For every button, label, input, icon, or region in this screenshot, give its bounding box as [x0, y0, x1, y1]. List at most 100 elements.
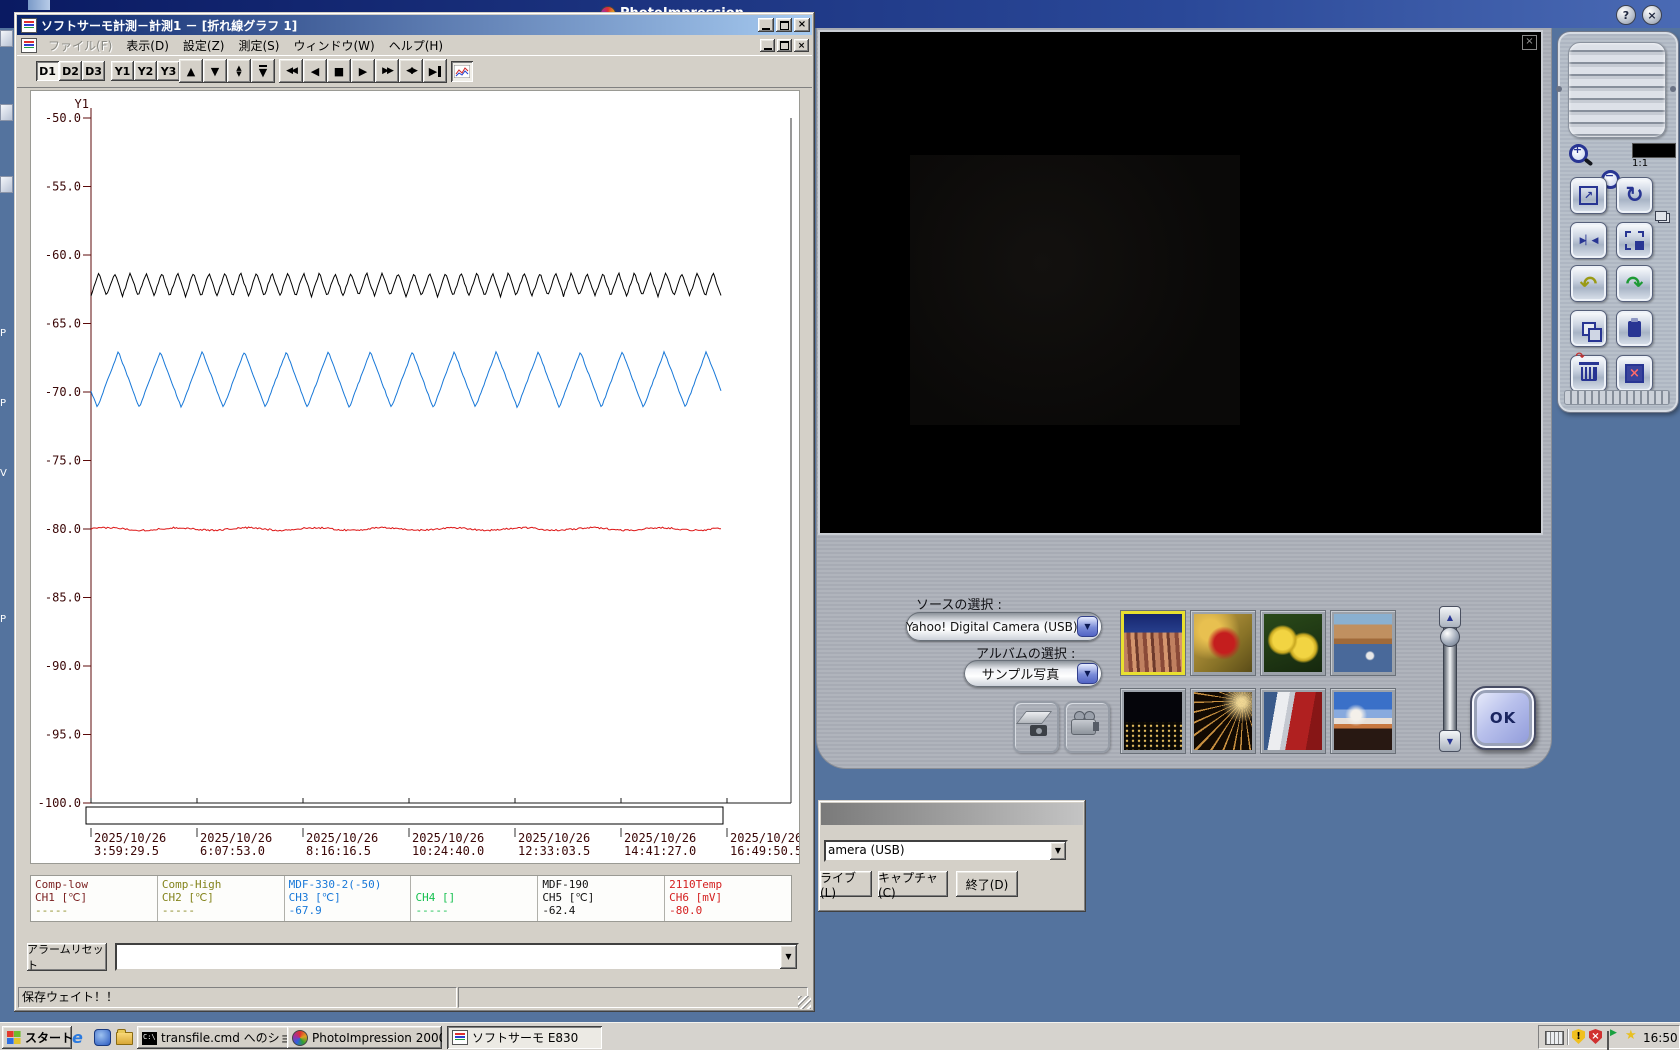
restore-button[interactable] — [776, 18, 792, 32]
channel-cell-4[interactable]: CH4 [] ----- — [411, 876, 539, 921]
rotate-icon — [1625, 183, 1643, 208]
thumbnail-rock-towers[interactable] — [1120, 610, 1186, 676]
alarm-reset-button[interactable]: アラームリセット — [27, 943, 107, 972]
mdi-close-button[interactable]: × — [794, 39, 809, 52]
start-button[interactable]: スタート — [2, 1026, 72, 1049]
window-mode-icon[interactable] — [1655, 211, 1667, 221]
quicklaunch-ie-icon[interactable]: e — [72, 1028, 88, 1047]
menu-4[interactable]: ウィンドウ(W) — [286, 35, 381, 56]
album-dropdown-icon[interactable]: ▼ — [1077, 663, 1098, 684]
capture-dialog: amera (USB) ▼ ライブ(L) キャプチャ(C) 終了(D) — [818, 800, 1086, 912]
thumbnail-yellow-flowers[interactable] — [1260, 610, 1326, 676]
zoom-in-icon[interactable]: + — [1566, 142, 1594, 168]
camera-combo[interactable]: amera (USB) ▼ — [824, 840, 1068, 862]
star-icon[interactable]: ★ — [1625, 1028, 1637, 1043]
toolbar-button-d3[interactable]: D3 — [82, 61, 105, 81]
taskbar-task-0[interactable]: C:\ transfile.cmd へのショート... — [137, 1026, 292, 1049]
menu-3[interactable]: 測定(S) — [231, 35, 286, 56]
menu-2[interactable]: 設定(Z) — [176, 35, 232, 56]
camera-dropdown-icon[interactable]: ▼ — [1050, 842, 1066, 860]
rotate-button[interactable] — [1616, 177, 1653, 214]
toolbar-jump-end-button[interactable]: ▶ — [423, 59, 447, 83]
ok-button[interactable]: OK — [1470, 686, 1536, 750]
preview-close-icon[interactable]: × — [1522, 35, 1537, 50]
security-alert-icon[interactable]: × — [1589, 1029, 1602, 1044]
resize-image-button[interactable] — [1570, 177, 1607, 214]
alarm-dropdown-icon[interactable]: ▼ — [780, 945, 797, 969]
album-select-combo[interactable]: サンプル写真 ▼ — [964, 660, 1102, 687]
thumbnail-light-web[interactable] — [1190, 688, 1256, 754]
palette-bottom-gripper[interactable] — [1564, 390, 1670, 405]
toolbar-step-right-button[interactable]: ▶ — [351, 59, 375, 83]
copy-button[interactable] — [1570, 310, 1607, 347]
quicklaunch-outlook-icon[interactable] — [94, 1029, 111, 1046]
mdi-restore-button[interactable] — [777, 39, 792, 52]
drive-button[interactable]: ライブ(L) — [820, 871, 872, 900]
crop-rotate-button[interactable] — [1616, 222, 1653, 259]
thumbnail-cardinal-bird[interactable] — [1190, 610, 1256, 676]
menu-5[interactable]: ヘルプ(H) — [382, 35, 450, 56]
taskbar-task-1[interactable]: PhotoImpression 2000 — [287, 1026, 442, 1049]
toolbar-button-y2[interactable]: Y2 — [134, 61, 157, 81]
toolbar-scroll-down-button[interactable]: ▼ — [203, 59, 227, 83]
keyboard-layout-icon[interactable] — [1545, 1031, 1564, 1045]
close-button[interactable]: × — [1642, 5, 1662, 25]
undo-button[interactable] — [1570, 265, 1607, 302]
scrollbar-thumb[interactable] — [1440, 627, 1460, 647]
alarm-combo[interactable]: ▼ — [115, 943, 799, 971]
paste-button[interactable] — [1616, 310, 1653, 347]
redo-button[interactable] — [1616, 265, 1653, 302]
toolbar-button-d2[interactable]: D2 — [59, 61, 82, 81]
delete-frame-button[interactable] — [1616, 355, 1653, 392]
toolbar-span-horizontal-button[interactable]: ◀▶ — [399, 59, 423, 83]
toolbar-fast-forward-button[interactable]: ▶▶ — [375, 59, 399, 83]
channel-cell-6[interactable]: 2110Temp CH6 [mV] -80.0 — [665, 876, 791, 921]
tray-clock[interactable]: 16:50 — [1643, 1031, 1678, 1045]
resize-grip[interactable] — [798, 996, 811, 1009]
thumbnail-night-city[interactable] — [1120, 688, 1186, 754]
mdi-child-icon[interactable] — [21, 38, 37, 53]
window-close-button[interactable]: × — [794, 18, 810, 32]
toolbar-button-y1[interactable]: Y1 — [111, 61, 134, 81]
toolbar-button-y3[interactable]: Y3 — [157, 61, 180, 81]
taskbar-task-2[interactable]: ソフトサーモ E830 — [447, 1026, 602, 1049]
toolbar-step-left-button[interactable]: ◀ — [303, 59, 327, 83]
video-source-button[interactable] — [1064, 701, 1110, 753]
zoom-ratio-label[interactable]: 1:1 — [1632, 158, 1648, 169]
channel-cell-2[interactable]: Comp-High CH2 [℃] ----- — [158, 876, 285, 921]
minimize-button[interactable] — [758, 18, 774, 32]
sunset-clouds-image — [1334, 692, 1392, 750]
palette-gripper[interactable] — [1568, 42, 1666, 138]
toolbar-expand-vertical-button[interactable]: ▲ ▼ — [227, 59, 251, 83]
scroll-up-icon: ▲ — [186, 64, 196, 78]
safely-remove-icon[interactable] — [1607, 1031, 1609, 1050]
mdi-minimize-button[interactable] — [760, 39, 775, 52]
thumbnail-lighthouse-ship[interactable] — [1260, 688, 1326, 754]
channel-cell-3[interactable]: MDF-330-2(-50) CH3 [℃] -67.9 — [285, 876, 412, 921]
channel-cell-5[interactable]: MDF-190 CH5 [℃] -62.4 — [538, 876, 666, 921]
measurement-titlebar[interactable]: ソフトサーモ計測－計測1 － [折れ線グラフ 1] × — [17, 15, 812, 35]
toolbar-collapse-bottom-button[interactable]: ▼ — [251, 59, 275, 83]
toolbar-stop-button[interactable]: ■ — [327, 59, 351, 83]
scanner-source-button[interactable] — [1013, 701, 1059, 753]
flip-horizontal-button[interactable] — [1570, 222, 1607, 259]
channel-cell-1[interactable]: Comp-low CH1 [℃] ----- — [31, 876, 158, 921]
source-select-combo[interactable]: Yahoo! Digital Camera (USB) ▼ — [906, 612, 1102, 641]
thumbnail-harbor-village[interactable] — [1330, 610, 1396, 676]
scroll-down-icon[interactable]: ▼ — [1439, 730, 1461, 752]
scroll-up-icon[interactable]: ▲ — [1439, 606, 1461, 628]
toolbar-rewind-button[interactable]: ◀◀ — [279, 59, 303, 83]
capture-button[interactable]: キャプチャ(C) — [878, 871, 948, 900]
security-warning-icon[interactable]: ! — [1572, 1029, 1585, 1044]
graph-mode-button[interactable] — [451, 61, 473, 82]
toolbar-button-d1[interactable]: D1 — [36, 61, 59, 81]
toolbar-scroll-up-button[interactable]: ▲ — [179, 59, 203, 83]
thumbnail-sunset-clouds[interactable] — [1330, 688, 1396, 754]
source-dropdown-icon[interactable]: ▼ — [1077, 616, 1098, 637]
quicklaunch-folder-icon[interactable] — [116, 1029, 133, 1045]
menu-1[interactable]: 表示(D) — [119, 35, 176, 56]
delete-trash-button[interactable] — [1570, 350, 1607, 392]
exit-button[interactable]: 終了(D) — [956, 871, 1018, 897]
help-button[interactable]: ? — [1616, 5, 1636, 25]
desktop-icon-fragment — [0, 30, 13, 47]
